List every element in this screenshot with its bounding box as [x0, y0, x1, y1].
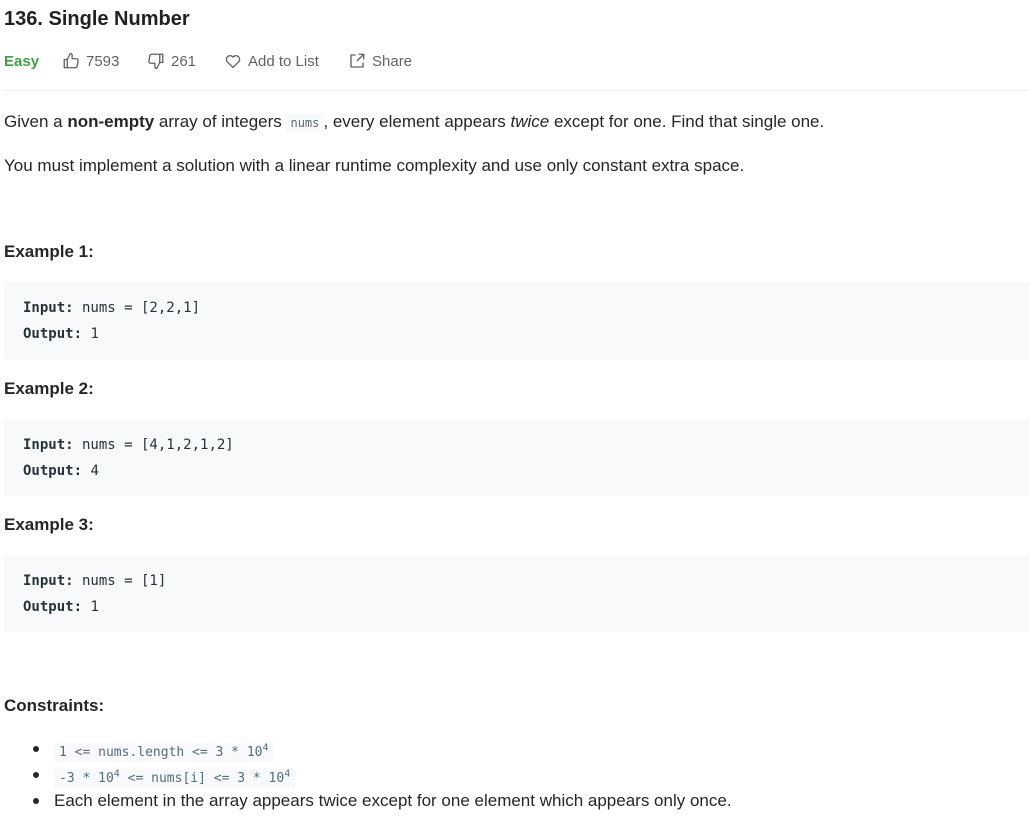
thumbs-down-icon — [148, 53, 164, 70]
bullet-icon — [33, 772, 39, 778]
list-item: 1 <= nums.length <= 3 * 104 — [4, 737, 1004, 763]
bullet-icon — [33, 798, 39, 804]
bullet-icon — [33, 746, 39, 752]
example-input-line: Input: nums = [4,1,2,1,2] — [23, 437, 234, 453]
difficulty-badge: Easy — [4, 52, 40, 70]
example-code-block: Input: nums = [2,2,1] Output: 1 — [4, 282, 1029, 359]
example-title: Example 1: — [4, 242, 94, 261]
example-input-line: Input: nums = [1] — [23, 573, 167, 589]
example-output-line: Output: 1 — [23, 599, 99, 615]
italic-text: twice — [510, 112, 550, 131]
inline-code: 1 <= nums.length <= 3 * 104 — [54, 743, 274, 763]
example-code-block: Input: nums = [4,1,2,1,2] Output: 4 — [4, 419, 1029, 496]
example-input-line: Input: nums = [2,2,1] — [23, 300, 201, 316]
divider — [4, 90, 1029, 91]
like-count: 7593 — [86, 52, 120, 70]
share-button[interactable]: Share — [348, 50, 412, 72]
list-item: Each element in the array appears twice … — [4, 789, 1004, 813]
share-label: Share — [372, 52, 413, 70]
heart-icon — [225, 55, 241, 69]
thumbs-up-icon — [63, 52, 79, 69]
problem-title: 136. Single Number — [4, 8, 190, 30]
example-output-line: Output: 4 — [23, 463, 99, 479]
inline-code: -3 * 104 <= nums[i] <= 3 * 104 — [54, 769, 296, 789]
add-to-list-label: Add to List — [248, 52, 319, 70]
example-title: Example 3: — [4, 515, 94, 534]
list-item: -3 * 104 <= nums[i] <= 3 * 104 — [4, 763, 1004, 789]
example-output-line: Output: 1 — [23, 326, 99, 342]
example-code-block: Input: nums = [1] Output: 1 — [4, 555, 1029, 632]
constraints-title: Constraints: — [4, 696, 105, 715]
constraint-text: Each element in the array appears twice … — [54, 791, 732, 810]
inline-code: nums — [286, 114, 324, 132]
description-paragraph-2: You must implement a solution with a lin… — [4, 156, 745, 175]
like-button[interactable]: 7593 — [62, 50, 119, 72]
share-icon — [350, 53, 365, 68]
add-to-list-button[interactable]: Add to List — [224, 50, 319, 72]
problem-meta-bar: Easy 7593 261 Add to List Share — [4, 50, 1029, 72]
description-paragraph-1: Given a non-empty array of integers nums… — [4, 112, 825, 132]
dislike-count: 261 — [171, 52, 197, 70]
dislike-button[interactable]: 261 — [147, 50, 196, 72]
bold-text: non-empty — [67, 112, 155, 131]
example-title: Example 2: — [4, 379, 94, 398]
